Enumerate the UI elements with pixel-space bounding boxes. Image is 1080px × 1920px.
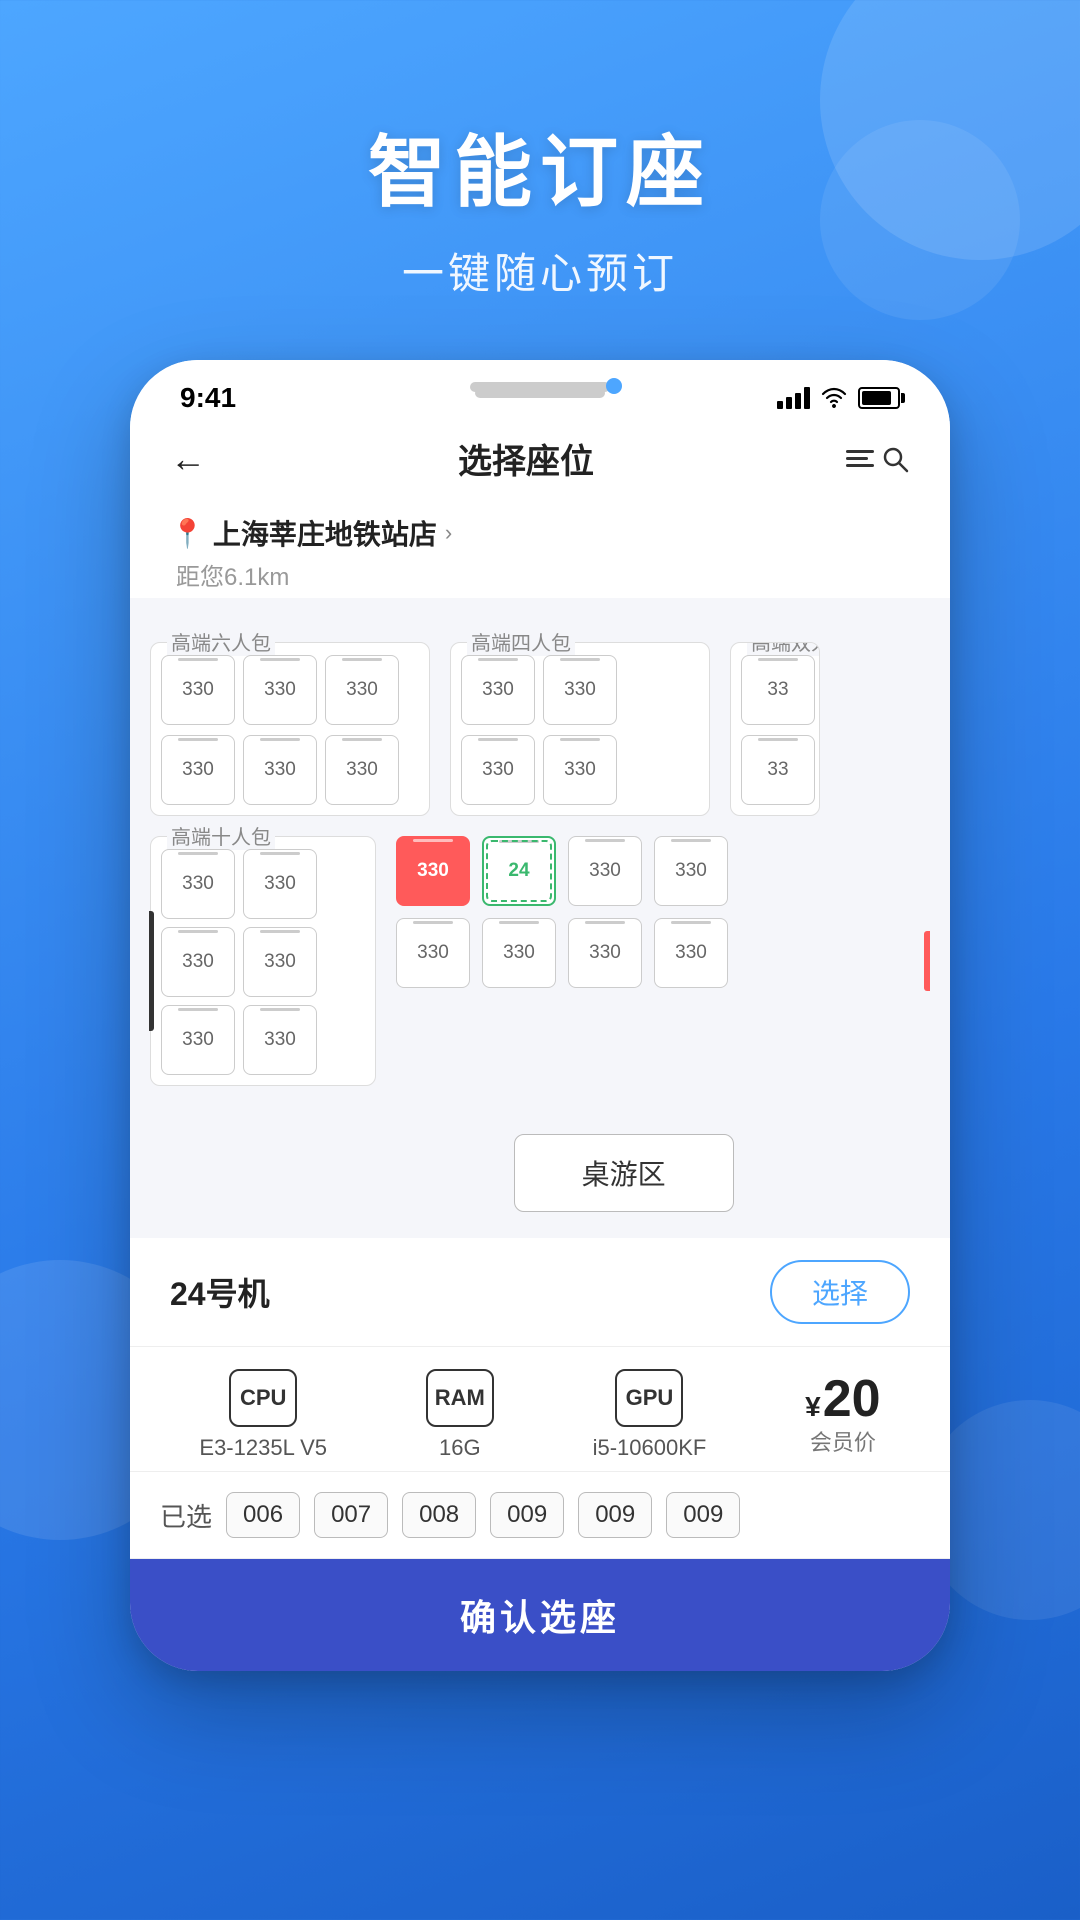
header-section: 智能订座 一键随心预订	[0, 0, 1080, 301]
seat-item[interactable]: 330	[568, 918, 642, 988]
list-icon	[846, 450, 874, 467]
app-bar-title: 选择座位	[458, 434, 594, 483]
seat-item[interactable]: 330	[654, 836, 728, 906]
selected-seat-tag: 009	[666, 1492, 740, 1538]
seat-map: 高端六人包 330 330 330 330 330 330 高端四人包	[130, 598, 950, 1238]
seat-item[interactable]: 330	[325, 735, 399, 805]
room-6-seats-top: 330 330 330	[161, 655, 419, 725]
machine-name: 24号机	[170, 1269, 270, 1315]
room-10-label: 高端十人包	[167, 821, 275, 850]
info-row: 24号机 选择	[170, 1260, 910, 1324]
seat-occupied[interactable]: 330	[396, 836, 470, 906]
signal-icon	[777, 387, 810, 409]
price-amount: 20	[823, 1373, 881, 1425]
seat-item[interactable]: 330	[461, 655, 535, 725]
seat-item[interactable]: 330	[461, 735, 535, 805]
notch-pill	[475, 388, 605, 398]
location-bar: 📍 上海莘庄地铁站店 › 距您6.1km	[130, 499, 950, 598]
wifi-icon	[820, 387, 848, 409]
main-section: 高端十人包 330 330 330 330 330 330	[150, 836, 930, 1086]
spec-cpu: CPU E3-1235L V5	[199, 1369, 327, 1461]
spec-gpu: GPU i5-10600KF	[593, 1369, 707, 1461]
ram-label: 16G	[439, 1435, 481, 1461]
ram-icon: RAM	[426, 1369, 494, 1427]
room-6-seats-bottom: 330 330 330	[161, 735, 419, 805]
selected-seat-tag: 009	[578, 1492, 652, 1538]
seat-item[interactable]: 330	[161, 655, 235, 725]
room-10-box: 高端十人包 330 330 330 330 330 330	[150, 836, 376, 1086]
seat-item[interactable]: 330	[243, 735, 317, 805]
room-4-label: 高端四人包	[467, 627, 575, 656]
battery-icon	[858, 387, 900, 409]
seat-item[interactable]: 330	[161, 927, 235, 997]
room-2-label: 高端双人	[747, 642, 820, 656]
seat-item[interactable]: 33	[741, 655, 815, 725]
room-4-seats-bottom: 330 330	[461, 735, 699, 805]
top-dot	[606, 378, 622, 394]
seat-item[interactable]: 330	[543, 655, 617, 725]
right-open-seats: 330 24 330 330 330 330 330 330	[396, 836, 930, 1086]
seat-item[interactable]: 330	[161, 735, 235, 805]
seat-item[interactable]: 330	[243, 655, 317, 725]
seat-selected-24[interactable]: 24	[482, 836, 556, 906]
price-col: ¥ 20 会员价	[805, 1373, 880, 1457]
phone-frame: 9:41	[130, 360, 950, 1671]
info-panel: 24号机 选择	[130, 1238, 950, 1347]
location-row[interactable]: 📍 上海莘庄地铁站店 ›	[170, 513, 910, 553]
seat-item[interactable]: 330	[161, 1005, 235, 1075]
price-currency: ¥	[805, 1391, 821, 1423]
app-bar: ← 选择座位	[130, 424, 950, 499]
seat-item[interactable]: 330	[325, 655, 399, 725]
header-title: 智能订座	[0, 110, 1080, 222]
seat-item[interactable]: 330	[482, 918, 556, 988]
room-4-seats-top: 330 330	[461, 655, 699, 725]
confirm-button[interactable]: 确认选座	[130, 1559, 950, 1671]
specs-row: CPU E3-1235L V5 RAM 16G GPU i5-10600KF ¥	[130, 1347, 950, 1472]
phone-mockup: 9:41	[130, 360, 950, 1671]
location-arrow-icon: ›	[445, 520, 452, 546]
status-bar: 9:41	[130, 360, 950, 424]
back-button[interactable]: ←	[170, 438, 206, 480]
room-4-box: 高端四人包 330 330 330 330	[450, 642, 710, 816]
cpu-label: E3-1235L V5	[199, 1435, 327, 1461]
seat-item[interactable]: 330	[243, 849, 317, 919]
selected-seats-row: 已选 006 007 008 009 009 009	[130, 1472, 950, 1559]
seat-item[interactable]: 330	[543, 735, 617, 805]
search-icon	[880, 444, 910, 474]
filter-search-button[interactable]	[846, 444, 910, 474]
top-rooms-row: 高端六人包 330 330 330 330 330 330 高端四人包	[150, 642, 930, 816]
location-distance: 距您6.1km	[170, 557, 910, 592]
seat-item[interactable]: 330	[396, 918, 470, 988]
seat-item[interactable]: 330	[243, 927, 317, 997]
room-2-box: 高端双人 33 33	[730, 642, 820, 816]
select-button[interactable]: 选择	[770, 1260, 910, 1324]
price-label: 会员价	[810, 1425, 876, 1457]
selected-seat-tag: 007	[314, 1492, 388, 1538]
seat-item[interactable]: 330	[243, 1005, 317, 1075]
location-pin-icon: 📍	[170, 517, 205, 550]
location-name: 上海莘庄地铁站店	[213, 513, 437, 553]
room-6-box: 高端六人包 330 330 330 330 330 330	[150, 642, 430, 816]
room-divider-line	[149, 911, 154, 1031]
table-game-zone: 桌游区	[514, 1134, 734, 1212]
seat-item[interactable]: 330	[654, 918, 728, 988]
header-subtitle: 一键随心预订	[0, 240, 1080, 301]
status-time: 9:41	[180, 382, 236, 414]
seat-item[interactable]: 330	[161, 849, 235, 919]
cpu-icon: CPU	[229, 1369, 297, 1427]
spec-ram: RAM 16G	[426, 1369, 494, 1461]
selected-seat-tag: 009	[490, 1492, 564, 1538]
status-right	[777, 387, 900, 409]
seat-item[interactable]: 33	[741, 735, 815, 805]
room-6-label: 高端六人包	[167, 627, 275, 656]
selected-seat-tag: 008	[402, 1492, 476, 1538]
gpu-icon: GPU	[615, 1369, 683, 1427]
selected-label: 已选	[160, 1497, 212, 1534]
selected-seat-tag: 006	[226, 1492, 300, 1538]
gpu-label: i5-10600KF	[593, 1435, 707, 1461]
seat-item[interactable]: 330	[568, 836, 642, 906]
red-bar-indicator	[924, 931, 930, 991]
